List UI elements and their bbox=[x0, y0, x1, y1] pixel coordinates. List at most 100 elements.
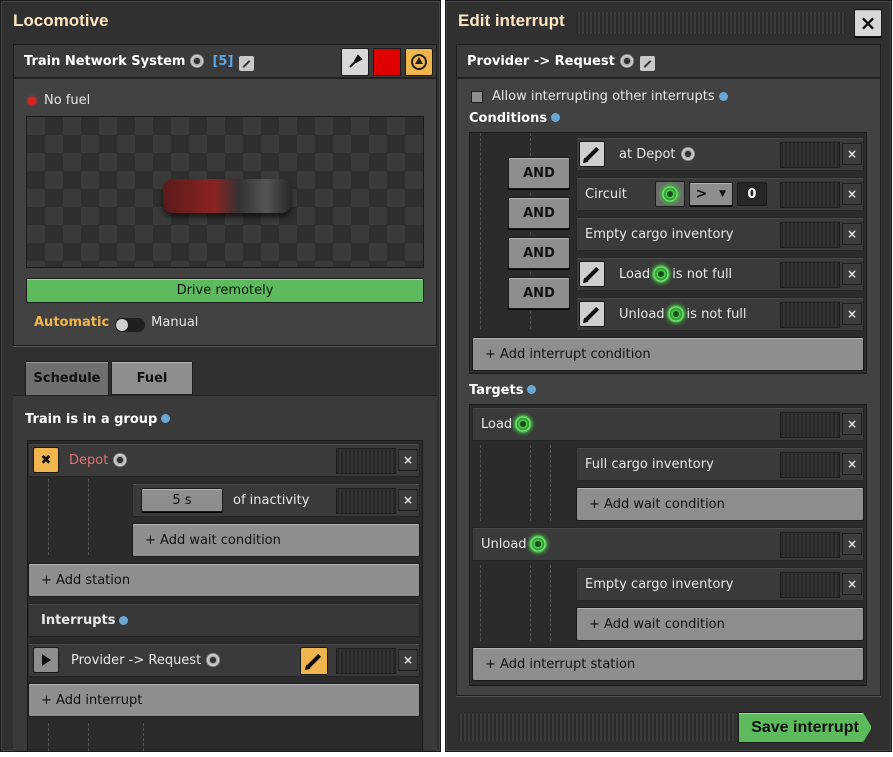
info-icon bbox=[119, 615, 129, 625]
target-close-button[interactable]: × bbox=[842, 413, 862, 435]
footer-drag-handle[interactable] bbox=[458, 713, 734, 741]
target-station-name: Load bbox=[481, 416, 513, 432]
train-name: Train Network System bbox=[24, 53, 186, 69]
tab-schedule[interactable]: Schedule bbox=[25, 361, 109, 395]
add-station-button[interactable]: + Add station bbox=[28, 563, 420, 597]
add-wait-condition-button[interactable]: + Add wait condition bbox=[132, 523, 420, 557]
condition-close-button[interactable]: × bbox=[398, 489, 418, 511]
ladder-line bbox=[480, 133, 481, 329]
interrupt-close-button[interactable]: × bbox=[398, 649, 418, 671]
and-connector[interactable]: AND bbox=[508, 157, 570, 189]
operator-value: > bbox=[695, 186, 708, 202]
station-train-icon bbox=[113, 453, 128, 467]
signal-icon bbox=[514, 415, 533, 433]
color-picker-button[interactable] bbox=[341, 48, 369, 76]
ladder-line bbox=[143, 723, 144, 751]
interrupts-label: Interrupts bbox=[41, 612, 116, 628]
add-interrupt-station-button[interactable]: + Add interrupt station bbox=[472, 647, 864, 681]
edit-condition-button[interactable] bbox=[579, 301, 605, 327]
drag-handle[interactable] bbox=[336, 648, 396, 674]
condition-close-button[interactable]: × bbox=[842, 453, 862, 475]
drag-handle[interactable] bbox=[780, 142, 840, 168]
edit-interrupt-button[interactable] bbox=[300, 647, 328, 675]
ladder-line bbox=[48, 479, 49, 555]
drag-handle[interactable] bbox=[780, 572, 840, 598]
remove-station-icon[interactable]: ✖ bbox=[33, 447, 59, 473]
ladder-line bbox=[88, 479, 89, 555]
constant-value-field[interactable]: 0 bbox=[736, 182, 767, 206]
drag-handle[interactable] bbox=[780, 222, 840, 248]
signal-icon bbox=[660, 185, 679, 203]
save-interrupt-button[interactable]: Save interrupt bbox=[738, 712, 872, 743]
drag-handle[interactable] bbox=[780, 182, 840, 208]
interrupt-train-icon bbox=[206, 653, 221, 667]
ladder-line bbox=[550, 445, 551, 521]
drag-handle[interactable] bbox=[780, 532, 840, 558]
window-drag-handle[interactable] bbox=[576, 12, 846, 34]
target-close-button[interactable]: × bbox=[842, 533, 862, 555]
mode-toggle[interactable] bbox=[115, 317, 146, 332]
condition-text: Full cargo inventory bbox=[585, 456, 714, 472]
condition-suffix: is not full bbox=[686, 306, 747, 322]
condition-close-button[interactable]: × bbox=[842, 263, 862, 285]
allow-interrupting-checkbox[interactable] bbox=[471, 90, 483, 103]
allow-interrupting-option[interactable]: Allow interrupting other interrupts bbox=[471, 89, 728, 104]
station-name: Depot bbox=[69, 452, 109, 468]
operator-dropdown[interactable]: > ▼ bbox=[688, 182, 733, 206]
ladder-line bbox=[550, 565, 551, 641]
interrupt-editor: Provider -> Request Allow interrupting o… bbox=[456, 44, 881, 696]
chevron-down-icon: ▼ bbox=[719, 189, 726, 199]
pencil-icon bbox=[584, 146, 600, 162]
add-wait-condition-button[interactable]: + Add wait condition bbox=[576, 487, 864, 521]
condition-text: Unload bbox=[619, 306, 665, 322]
rename-icon[interactable] bbox=[639, 55, 655, 71]
mode-switch: Automatic Manual bbox=[34, 315, 198, 332]
condition-value-field[interactable]: 5 s bbox=[141, 488, 223, 512]
color-swatch[interactable] bbox=[373, 48, 401, 76]
condition-text: of inactivity bbox=[233, 492, 310, 508]
interrupt-header: Provider -> Request bbox=[457, 45, 880, 79]
station-close-button[interactable]: × bbox=[398, 449, 418, 471]
edit-condition-button[interactable] bbox=[579, 261, 605, 287]
eyedropper-icon bbox=[349, 54, 363, 68]
drag-handle[interactable] bbox=[336, 448, 396, 474]
condition-text: Empty cargo inventory bbox=[585, 226, 734, 242]
interrupt-title: Provider -> Request bbox=[467, 53, 615, 69]
conditions-label-text: Conditions bbox=[469, 111, 548, 126]
add-interrupt-condition-button[interactable]: + Add interrupt condition bbox=[472, 337, 864, 371]
condition-close-button[interactable]: × bbox=[842, 223, 862, 245]
signal-selector[interactable] bbox=[654, 181, 685, 207]
station-train-icon bbox=[680, 147, 695, 161]
drive-remotely-button[interactable]: Drive remotely bbox=[26, 278, 424, 303]
drag-handle[interactable] bbox=[780, 302, 840, 328]
drag-handle[interactable] bbox=[780, 412, 840, 438]
drag-handle[interactable] bbox=[780, 262, 840, 288]
condition-close-button[interactable]: × bbox=[842, 183, 862, 205]
play-icon[interactable] bbox=[33, 647, 59, 673]
locomotive-preview[interactable] bbox=[26, 116, 424, 268]
add-interrupt-button[interactable]: + Add interrupt bbox=[28, 683, 420, 717]
allow-interrupting-label: Allow interrupting other interrupts bbox=[492, 89, 715, 104]
interrupt-train-icon bbox=[619, 54, 634, 68]
and-connector[interactable]: AND bbox=[508, 197, 570, 229]
condition-close-button[interactable]: × bbox=[842, 573, 862, 595]
interrupt-name: Provider -> Request bbox=[71, 652, 202, 668]
schedule-list: ✖ Depot × 5 s of inactivity × + Add wait… bbox=[27, 440, 423, 752]
and-connector[interactable]: AND bbox=[508, 277, 570, 309]
train-icon bbox=[190, 54, 205, 68]
signal-icon bbox=[528, 535, 547, 553]
ladder-line bbox=[480, 565, 481, 641]
and-connector[interactable]: AND bbox=[508, 237, 570, 269]
pencil-icon bbox=[584, 306, 600, 322]
tab-fuel[interactable]: Fuel bbox=[111, 361, 193, 395]
rename-icon[interactable] bbox=[239, 55, 255, 71]
close-button[interactable]: × bbox=[854, 9, 882, 37]
info-icon bbox=[718, 92, 728, 101]
drag-handle[interactable] bbox=[336, 488, 396, 514]
condition-close-button[interactable]: × bbox=[842, 303, 862, 325]
condition-close-button[interactable]: × bbox=[842, 143, 862, 165]
station-target-button[interactable] bbox=[405, 48, 433, 76]
drag-handle[interactable] bbox=[780, 452, 840, 478]
edit-condition-button[interactable] bbox=[579, 141, 605, 167]
add-wait-condition-button[interactable]: + Add wait condition bbox=[576, 607, 864, 641]
